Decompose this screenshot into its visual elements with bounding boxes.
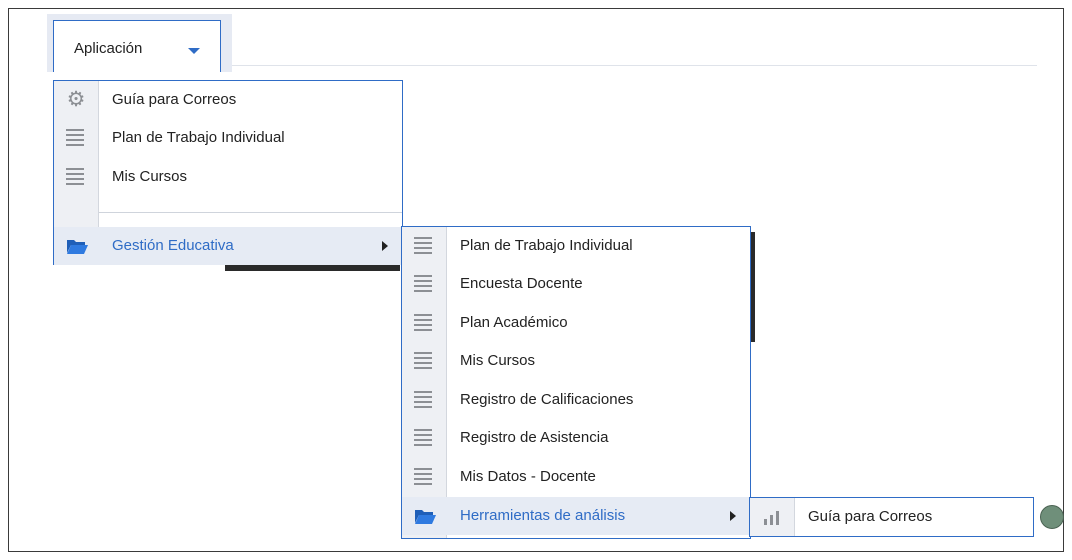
menu-item-label: Gestión Educativa	[112, 237, 234, 254]
folder-open-icon	[414, 507, 436, 525]
menu-separator	[99, 212, 402, 213]
menu-item-gestion-educativa[interactable]: Gestión Educativa	[54, 227, 402, 265]
menu-item-label: Plan de Trabajo Individual	[112, 129, 285, 146]
menu-item-label: Mis Cursos	[112, 168, 188, 185]
app-menu-label[interactable]: Aplicación	[74, 40, 142, 57]
menu-item-label: Guía para Correos	[112, 91, 237, 108]
submenu-item-plan-trabajo[interactable]: Plan de Trabajo Individual	[402, 227, 750, 265]
bar-chart-icon	[762, 508, 782, 526]
menu-item-label: Plan Académico	[460, 314, 568, 331]
submenu-item-plan-academico[interactable]: Plan Académico	[402, 304, 750, 342]
herramientas-submenu: Guía para Correos	[749, 497, 1034, 537]
menubar-divider	[222, 65, 1037, 66]
submenu-item-registro-asistencia[interactable]: Registro de Asistencia	[402, 419, 750, 457]
menu-item-guia-correos[interactable]: ⚙ Guía para Correos	[54, 81, 402, 119]
gestion-educativa-submenu: Plan de Trabajo Individual Encuesta Doce…	[401, 226, 751, 539]
menu-item-label: Encuesta Docente	[460, 275, 583, 292]
submenu-item-registro-calificaciones[interactable]: Registro de Calificaciones	[402, 381, 750, 419]
background-panel-edge	[225, 265, 400, 271]
submenu-arrow-icon	[382, 241, 388, 251]
menu-item-label: Herramientas de análisis	[460, 507, 626, 524]
submenu-item-encuesta-docente[interactable]: Encuesta Docente	[402, 265, 750, 303]
submenu-item-mis-datos-docente[interactable]: Mis Datos - Docente	[402, 458, 750, 496]
menu-item-label: Plan de Trabajo Individual	[460, 237, 633, 254]
folder-open-icon	[66, 237, 88, 255]
list-icon	[414, 352, 432, 370]
menu-item-mis-cursos[interactable]: Mis Cursos	[54, 158, 402, 196]
list-icon	[414, 391, 432, 409]
list-icon	[66, 129, 84, 147]
list-icon	[414, 314, 432, 332]
menu-item-plan-trabajo[interactable]: Plan de Trabajo Individual	[54, 119, 402, 157]
submenu-arrow-icon	[730, 511, 736, 521]
partial-avatar	[1040, 505, 1064, 529]
menu-item-label: Registro de Calificaciones	[460, 391, 634, 408]
list-icon	[414, 237, 432, 255]
list-icon	[414, 429, 432, 447]
submenu-item-mis-cursos[interactable]: Mis Cursos	[402, 342, 750, 380]
chevron-down-icon[interactable]	[188, 48, 200, 54]
menu-item-label: Mis Datos - Docente	[460, 468, 596, 485]
list-icon	[414, 275, 432, 293]
app-dropdown-menu: ⚙ Guía para Correos Plan de Trabajo Indi…	[53, 80, 403, 265]
menu-item-label: Registro de Asistencia	[460, 429, 609, 446]
submenu-item-herramientas-analisis[interactable]: Herramientas de análisis	[402, 497, 750, 535]
gear-icon: ⚙	[66, 88, 86, 111]
submenu-item-guia-correos[interactable]: Guía para Correos	[750, 498, 1033, 536]
list-icon	[66, 168, 84, 186]
list-icon	[414, 468, 432, 486]
menu-item-label: Mis Cursos	[460, 352, 536, 369]
menu-item-label: Guía para Correos	[808, 508, 933, 525]
